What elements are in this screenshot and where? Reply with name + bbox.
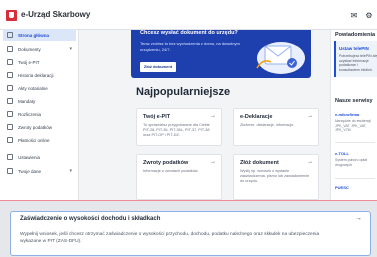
top-header: e-Urząd Skarbowy ✉ ⚙: [0, 0, 377, 30]
sidebar-item-home[interactable]: Strona główna: [3, 29, 76, 41]
submit-document-button[interactable]: Złóż dokument: [140, 62, 176, 72]
income-certificate-card[interactable]: Zaświadczenie o wysokości dochodu i skła…: [10, 211, 371, 256]
divider: [335, 142, 375, 143]
tile-description: Złożenie, deklaracje, informacje.: [240, 123, 295, 127]
sidebar-item-label: Twój e-PIT: [18, 59, 40, 65]
sidebar-item-fines[interactable]: Mandaty: [3, 95, 76, 107]
promo-title: Chcesz wysłać dokument do urzędu?: [140, 30, 238, 36]
gear-icon[interactable]: ⚙: [364, 11, 374, 21]
tile-description: Tu sprawdzisz przygotowane dla Ciebie PI…: [143, 123, 210, 137]
right-panel: Powiadomienia Ustaw telePIN Potrzebujesz…: [330, 30, 377, 200]
sidebar-item-label: Zwroty podatków: [18, 124, 53, 130]
card-title: Zaświadczenie o wysokości dochodu i skła…: [20, 216, 161, 222]
tile-epit[interactable]: Twój e-PIT → Tu sprawdzisz przygotowane …: [136, 108, 222, 146]
settings-icon: [7, 154, 13, 160]
sidebar: Strona główna Dokumenty ▾ Twój e-PIT His…: [0, 29, 79, 200]
tile-submit-document[interactable]: Złóż dokument → Wyślij np. wniosek o wyd…: [233, 154, 319, 200]
service-description: System poboru opłat drogowych: [335, 158, 368, 167]
arrow-right-icon: →: [210, 113, 216, 119]
sidebar-item-history[interactable]: Historia deklaracji: [3, 69, 76, 81]
envelope-icon[interactable]: ✉: [349, 11, 359, 21]
bottom-sheet: Zaświadczenie o wysokości dochodu i skła…: [0, 200, 377, 257]
pit-icon: [7, 59, 13, 65]
main-content: Chcesz wysłać dokument do urzędu? Teraz …: [80, 30, 319, 200]
arrow-right-icon: →: [307, 113, 313, 119]
notification-card[interactable]: Ustaw telePIN Potrzebujesz telePIN aby u…: [334, 41, 377, 77]
services-title: Nasze serwisy: [335, 98, 373, 104]
notary-icon: [7, 85, 13, 91]
user-icon: [7, 168, 13, 174]
sidebar-item-label: Dokumenty: [18, 46, 41, 52]
sidebar-item-label: Historia deklaracji: [18, 72, 54, 78]
chevron-down-icon: ▾: [69, 168, 72, 174]
card-description: Wypełnij wniosek, jeśli chcesz otrzymać …: [20, 232, 320, 244]
app-page: e-Urząd Skarbowy ✉ ⚙ Strona główna Dokum…: [0, 0, 377, 200]
service-description: Narzędzie do ewidencji JPK_VAT. JPK_VAT,…: [335, 119, 371, 132]
sidebar-item-payments[interactable]: Płatności online: [3, 134, 76, 146]
service-link-etoll[interactable]: e-TOLL: [335, 151, 349, 156]
tile-description: Wyślij np. wniosek o wydanie zaświadczen…: [240, 169, 310, 183]
sidebar-item-epit[interactable]: Twój e-PIT: [3, 56, 76, 68]
service-link-puesc[interactable]: PUESC: [335, 185, 349, 190]
sidebar-item-label: Płatności online: [18, 137, 50, 143]
refund-icon: [7, 124, 13, 130]
chevron-down-icon: ▾: [69, 46, 72, 52]
promo-banner: Chcesz wysłać dokument do urzędu? Teraz …: [131, 30, 311, 78]
history-icon: [7, 72, 13, 78]
envelope-illustration-icon: [256, 42, 305, 74]
ticket-icon: [7, 98, 13, 104]
home-icon: [7, 32, 13, 38]
sidebar-item-label: Strona główna: [18, 32, 50, 38]
notification-text: Potrzebujesz telePIN aby uzyskać informa…: [339, 54, 377, 72]
sidebar-item-settlements[interactable]: Rozliczenia: [3, 108, 76, 120]
sidebar-item-documents[interactable]: Dokumenty ▾: [3, 43, 76, 55]
divider: [335, 178, 375, 179]
sidebar-item-your-data[interactable]: Twoje dane ▾: [3, 165, 76, 177]
sidebar-item-refunds[interactable]: Zwroty podatków: [3, 121, 76, 133]
tile-tax-refunds[interactable]: Zwroty podatków → Informacje o zwrotach …: [136, 154, 222, 200]
arrow-right-icon: →: [307, 159, 313, 165]
tile-title: Zwroty podatków: [143, 160, 189, 166]
service-link-emikrofirma[interactable]: e-mikrofirma: [335, 112, 359, 117]
sidebar-item-settings[interactable]: Ustawienia: [3, 151, 76, 163]
document-icon: [7, 46, 13, 52]
sidebar-item-label: Ustawienia: [18, 154, 41, 160]
arrow-right-icon: →: [210, 159, 216, 165]
sidebar-item-label: Mandaty: [18, 98, 36, 104]
sidebar-item-label: Rozliczenia: [18, 111, 42, 117]
sidebar-item-label: Akty notarialne: [18, 85, 48, 91]
sidebar-item-notary[interactable]: Akty notarialne: [3, 82, 76, 94]
app-title[interactable]: e-Urząd Skarbowy: [21, 10, 90, 19]
tile-title: Twój e-PIT: [143, 114, 171, 120]
tile-title: Złóż dokument: [240, 160, 279, 166]
notifications-title: Powiadomienia: [335, 32, 376, 38]
tile-title: e-Deklaracje: [240, 114, 273, 120]
arrow-right-icon[interactable]: →: [355, 215, 362, 222]
eagle-logo-icon: [6, 10, 17, 21]
tile-edeklaracje[interactable]: e-Deklaracje → Złożenie, deklaracje, inf…: [233, 108, 319, 146]
notification-title[interactable]: Ustaw telePIN: [339, 46, 369, 51]
promo-text: Teraz zrobisz to bez wychodzenia z domu,…: [140, 41, 240, 52]
section-title-popular: Najpopularniejsze: [136, 86, 231, 98]
tile-description: Informacje o zwrotach podatków.: [143, 169, 199, 173]
sidebar-item-label: Twoje dane: [18, 168, 42, 174]
settlement-icon: [7, 111, 13, 117]
payment-icon: [7, 137, 13, 143]
